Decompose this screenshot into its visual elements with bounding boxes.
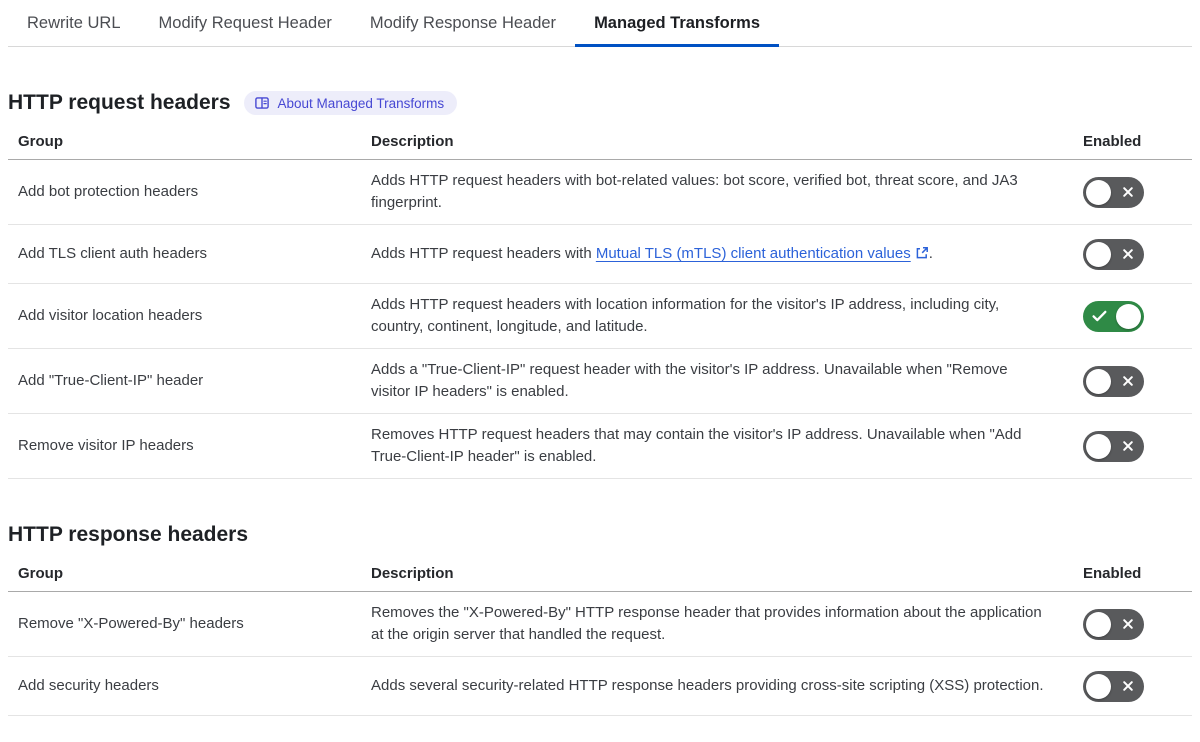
toggle-add-security-headers[interactable] bbox=[1083, 670, 1144, 702]
toggle-cell bbox=[1083, 591, 1192, 657]
toggle-knob bbox=[1086, 368, 1111, 394]
section-http-request-headers: HTTP request headers About Managed Trans… bbox=[8, 90, 1192, 479]
toggle-cell bbox=[1083, 159, 1192, 225]
toggle-add-true-client-ip-header[interactable] bbox=[1083, 365, 1144, 397]
toggle-cell bbox=[1083, 348, 1192, 414]
group-cell: Remove visitor IP headers bbox=[8, 413, 371, 479]
column-header-group: Group bbox=[8, 116, 371, 160]
table-header-row: Group Description Enabled bbox=[8, 548, 1192, 592]
toggle-cell bbox=[1083, 283, 1192, 349]
description-text: Adds several security-related HTTP respo… bbox=[371, 677, 1044, 694]
x-icon bbox=[1123, 376, 1133, 386]
column-header-enabled: Enabled bbox=[1083, 116, 1192, 160]
toggle-remove-x-powered-by-headers[interactable] bbox=[1083, 608, 1144, 640]
about-managed-transforms-badge[interactable]: About Managed Transforms bbox=[243, 91, 458, 115]
description-text: Adds HTTP request headers with bot-relat… bbox=[371, 172, 1018, 211]
tab-modify-request-header[interactable]: Modify Request Header bbox=[140, 0, 351, 46]
toggle-knob bbox=[1086, 433, 1111, 459]
description-link-mutual-tls-mtls-client-authentication-values[interactable]: Mutual TLS (mTLS) client authentication … bbox=[596, 245, 929, 262]
managed-transforms-page: Rewrite URL Modify Request Header Modify R… bbox=[0, 0, 1200, 716]
x-icon bbox=[1123, 249, 1133, 259]
description-cell: Adds HTTP request headers with Mutual TL… bbox=[371, 224, 1083, 284]
section-http-response-headers: HTTP response headers Group Description … bbox=[8, 522, 1192, 716]
toggle-add-tls-client-auth-headers[interactable] bbox=[1083, 238, 1144, 270]
description-text: Removes the "X-Powered-By" HTTP response… bbox=[371, 604, 1042, 643]
section-header: HTTP response headers bbox=[8, 522, 1192, 548]
group-cell: Remove "X-Powered-By" headers bbox=[8, 591, 371, 657]
book-icon bbox=[254, 97, 269, 109]
headers-table: Group Description Enabled Remove "X-Powe… bbox=[8, 548, 1192, 716]
row-add-tls-client-auth-headers: Add TLS client auth headers Adds HTTP re… bbox=[8, 224, 1192, 284]
group-cell: Add security headers bbox=[8, 656, 371, 716]
toggle-cell bbox=[1083, 413, 1192, 479]
group-cell: Add "True-Client-IP" header bbox=[8, 348, 371, 414]
toggle-knob bbox=[1086, 241, 1111, 267]
content: HTTP request headers About Managed Trans… bbox=[8, 90, 1192, 716]
description-cell: Adds HTTP request headers with location … bbox=[371, 283, 1083, 349]
check-icon bbox=[1092, 310, 1107, 322]
description-text: . bbox=[928, 245, 933, 262]
row-add-visitor-location-headers: Add visitor location headers Adds HTTP r… bbox=[8, 283, 1192, 349]
toggle-knob bbox=[1086, 611, 1111, 637]
toggle-add-bot-protection-headers[interactable] bbox=[1083, 176, 1144, 208]
row-add-bot-protection-headers: Add bot protection headers Adds HTTP req… bbox=[8, 159, 1192, 225]
tab-rewrite-url[interactable]: Rewrite URL bbox=[8, 0, 140, 46]
badge-label: About Managed Transforms bbox=[277, 95, 445, 111]
section-title: HTTP request headers bbox=[8, 91, 231, 114]
description-text: Removes HTTP request headers that may co… bbox=[371, 426, 1022, 465]
description-text: Adds a "True-Client-IP" request header w… bbox=[371, 361, 1008, 400]
column-header-enabled: Enabled bbox=[1083, 548, 1192, 592]
description-text: Adds HTTP request headers with location … bbox=[371, 296, 1000, 335]
row-add-security-headers: Add security headers Adds several securi… bbox=[8, 656, 1192, 716]
description-text: Adds HTTP request headers with bbox=[371, 245, 596, 262]
toggle-knob bbox=[1116, 303, 1141, 329]
group-cell: Add visitor location headers bbox=[8, 283, 371, 349]
x-icon bbox=[1123, 187, 1133, 197]
toggle-add-visitor-location-headers[interactable] bbox=[1083, 300, 1144, 332]
description-cell: Adds HTTP request headers with bot-relat… bbox=[371, 159, 1083, 225]
headers-table: Group Description Enabled Add bot protec… bbox=[8, 116, 1192, 479]
column-header-description: Description bbox=[371, 548, 1083, 592]
table-header-row: Group Description Enabled bbox=[8, 116, 1192, 160]
x-icon bbox=[1123, 619, 1133, 629]
column-header-description: Description bbox=[371, 116, 1083, 160]
tab-managed-transforms[interactable]: Managed Transforms bbox=[575, 0, 780, 47]
x-icon bbox=[1123, 441, 1133, 451]
description-cell: Adds a "True-Client-IP" request header w… bbox=[371, 348, 1083, 414]
row-remove-visitor-ip-headers: Remove visitor IP headers Removes HTTP r… bbox=[8, 413, 1192, 479]
column-header-group: Group bbox=[8, 548, 371, 592]
toggle-cell bbox=[1083, 656, 1192, 716]
tab-modify-response-header[interactable]: Modify Response Header bbox=[351, 0, 575, 46]
toggle-remove-visitor-ip-headers[interactable] bbox=[1083, 430, 1144, 462]
toggle-knob bbox=[1086, 179, 1111, 205]
description-cell: Adds several security-related HTTP respo… bbox=[371, 656, 1083, 716]
toggle-cell bbox=[1083, 224, 1192, 284]
section-title: HTTP response headers bbox=[8, 523, 249, 546]
external-link-icon bbox=[916, 247, 928, 259]
group-cell: Add TLS client auth headers bbox=[8, 224, 371, 284]
row-add-true-client-ip-header: Add "True-Client-IP" header Adds a "True… bbox=[8, 348, 1192, 414]
row-remove-x-powered-by-headers: Remove "X-Powered-By" headers Removes th… bbox=[8, 591, 1192, 657]
section-header: HTTP request headers About Managed Trans… bbox=[8, 90, 1192, 116]
description-cell: Removes the "X-Powered-By" HTTP response… bbox=[371, 591, 1083, 657]
tab-bar: Rewrite URL Modify Request Header Modify R… bbox=[8, 0, 1192, 47]
group-cell: Add bot protection headers bbox=[8, 159, 371, 225]
x-icon bbox=[1123, 681, 1133, 691]
toggle-knob bbox=[1086, 673, 1111, 699]
link-label: Mutual TLS (mTLS) client authentication … bbox=[595, 245, 911, 262]
description-cell: Removes HTTP request headers that may co… bbox=[371, 413, 1083, 479]
